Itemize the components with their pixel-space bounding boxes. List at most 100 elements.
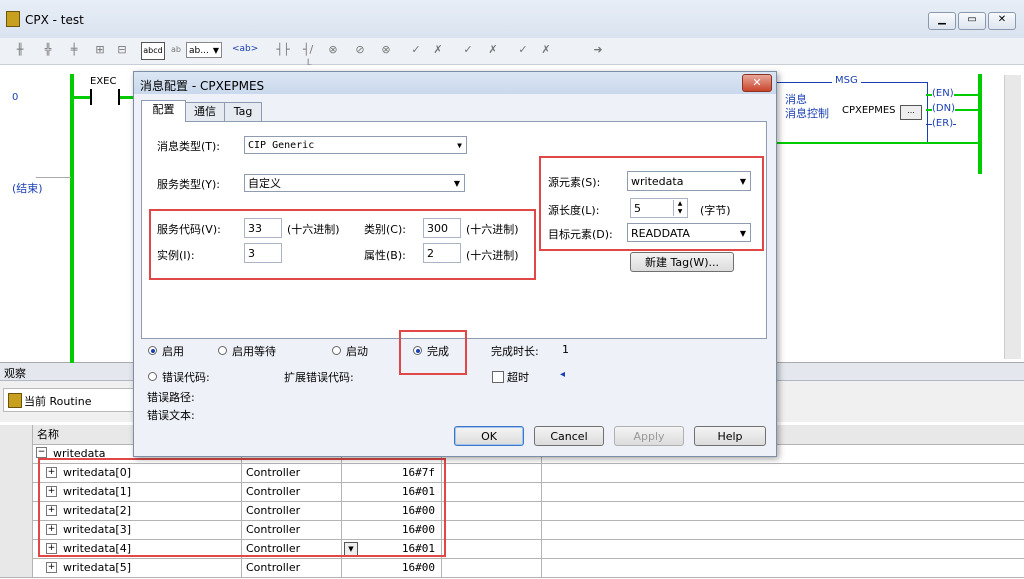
- watch-title: 观察: [4, 367, 26, 380]
- xio-icon[interactable]: ┤/├: [300, 42, 316, 72]
- branch-level-icon[interactable]: ╪: [66, 42, 82, 58]
- branch-icon[interactable]: ╬: [40, 42, 56, 58]
- table-row[interactable]: writedata[5] Controller 16#00 +: [0, 558, 1024, 578]
- header-blank: [0, 425, 33, 444]
- source-length-value: 5: [634, 202, 641, 215]
- service-type-label: 服务类型(Y):: [157, 178, 221, 191]
- minimize-button[interactable]: ▁: [928, 12, 956, 30]
- instance-label: 实例(I):: [157, 249, 195, 262]
- collapse-icon[interactable]: −: [36, 447, 47, 458]
- chevron-down-icon: ▼: [739, 177, 746, 186]
- msg-control-label: 消息控制: [785, 107, 829, 120]
- cancel-button[interactable]: Cancel: [534, 426, 604, 446]
- close-window-button[interactable]: ✕: [988, 12, 1016, 30]
- service-params-highlight: [149, 209, 536, 280]
- done-length-value: 1: [562, 343, 569, 356]
- instance-field[interactable]: 3: [244, 243, 282, 263]
- dialog-titlebar: 消息配置 - CPXEPMES ✕: [134, 72, 776, 94]
- source-length-field[interactable]: 5 ▲ ▼: [630, 198, 688, 218]
- row-header: [0, 444, 33, 463]
- done-label: 完成: [427, 345, 449, 358]
- input-icon[interactable]: ⊞: [92, 42, 108, 58]
- row-force: [442, 463, 542, 482]
- dialog-close-button[interactable]: ✕: [742, 74, 772, 92]
- output-icon[interactable]: ⊟: [114, 42, 130, 58]
- attribute-field[interactable]: 2: [423, 243, 461, 263]
- dn-output: (DN): [932, 103, 955, 114]
- error-code-radio: [148, 372, 157, 381]
- row-name: writedata[5]: [33, 558, 242, 577]
- tab-config[interactable]: 配置: [141, 100, 186, 122]
- hex-label-1: (十六进制): [287, 223, 340, 236]
- error-text-label: 错误文本:: [147, 409, 195, 422]
- msg-browse-button[interactable]: ...: [900, 105, 922, 120]
- ladder-scrollbar[interactable]: [1004, 75, 1021, 359]
- rows-highlight-box: [38, 458, 446, 557]
- source-element-select[interactable]: writedata ▼: [627, 171, 751, 191]
- tab-communication[interactable]: 通信: [184, 102, 226, 121]
- apply-button[interactable]: Apply: [614, 426, 684, 446]
- row-force: [442, 482, 542, 501]
- rung-icon[interactable]: ╫: [12, 42, 28, 58]
- spinner-icon[interactable]: ▲ ▼: [673, 200, 686, 216]
- dest-element-select[interactable]: READDATA ▼: [627, 223, 751, 242]
- osr-icon[interactable]: ✗: [430, 42, 446, 58]
- tab-tag[interactable]: Tag: [224, 102, 262, 121]
- en-label: EN: [935, 88, 950, 99]
- service-type-select[interactable]: 自定义 ▼: [244, 174, 465, 192]
- service-code-field[interactable]: 33: [244, 218, 282, 238]
- source-element-label: 源元素(S):: [548, 176, 601, 189]
- scope-value: 当前 Routine: [24, 395, 92, 408]
- new-tag-button[interactable]: 新建 Tag(W)...: [630, 252, 734, 272]
- timeout-checkbox[interactable]: [492, 371, 504, 383]
- msg-title: MSG: [832, 75, 861, 86]
- left-power-rail: [70, 74, 74, 364]
- dn-label: DN: [935, 103, 952, 114]
- ok-button[interactable]: OK: [454, 426, 524, 446]
- chevron-down-icon: ▼: [739, 229, 746, 238]
- message-configuration-dialog: 消息配置 - CPXEPMES ✕ 配置 通信 Tag 消息类型(T): CIP…: [133, 71, 777, 457]
- message-type-select[interactable]: CIP Generic ▼: [244, 136, 467, 154]
- help-button[interactable]: Help: [694, 426, 766, 446]
- exec-contact[interactable]: [90, 89, 120, 105]
- routine-icon: [8, 393, 22, 408]
- class-field[interactable]: 300: [423, 218, 461, 238]
- chevron-down-icon: ▼: [212, 46, 219, 55]
- enable-wait-label: 启用等待: [232, 345, 276, 358]
- msg-bottom-wire: [776, 142, 982, 144]
- otu-icon[interactable]: ⊗: [378, 42, 394, 58]
- counter-icon[interactable]: ✓: [515, 42, 531, 58]
- text-button[interactable]: <ab>: [232, 44, 258, 54]
- reset-icon[interactable]: ✗: [538, 42, 554, 58]
- message-type-value: CIP Generic: [248, 140, 315, 151]
- font-dropdown[interactable]: ab... ▼: [186, 42, 222, 58]
- app-icon: [6, 11, 20, 27]
- timer-icon[interactable]: ✗: [485, 42, 501, 58]
- font-dropdown-value: ab...: [189, 46, 209, 56]
- text-mode-icon[interactable]: abcd: [141, 42, 165, 60]
- msg-instruction[interactable]: MSG 消息 消息控制 CPXEPMES ...: [776, 75, 928, 144]
- hex-label-2: (十六进制): [466, 223, 519, 236]
- maximize-button[interactable]: ▭: [958, 12, 986, 30]
- class-label: 类别(C):: [364, 223, 406, 236]
- row-value[interactable]: 16#00: [342, 558, 442, 577]
- er-output: (ER): [932, 118, 954, 129]
- xic-icon[interactable]: ┤├: [275, 42, 291, 58]
- done-radio: [413, 346, 422, 355]
- otl-icon[interactable]: ⊘: [352, 42, 368, 58]
- msg-control-value: CPXEPMES: [842, 105, 896, 116]
- arrow-right-icon[interactable]: ➜: [590, 42, 606, 58]
- ab-cd-icon[interactable]: ab: [168, 42, 184, 58]
- osf-icon[interactable]: ✓: [460, 42, 476, 58]
- expand-icon[interactable]: +: [46, 562, 57, 573]
- row-header: [0, 501, 33, 520]
- ote-icon[interactable]: ⊗: [325, 42, 341, 58]
- attribute-label: 属性(B):: [364, 249, 406, 262]
- ons-icon[interactable]: ✓: [408, 42, 424, 58]
- message-type-label: 消息类型(T):: [157, 140, 221, 153]
- end-label: (结束): [12, 182, 43, 195]
- end-wire: [36, 177, 71, 178]
- chevron-down-icon: ▼: [453, 179, 460, 188]
- chevron-down-icon: ▼: [457, 141, 462, 150]
- enable-radio: [148, 346, 157, 355]
